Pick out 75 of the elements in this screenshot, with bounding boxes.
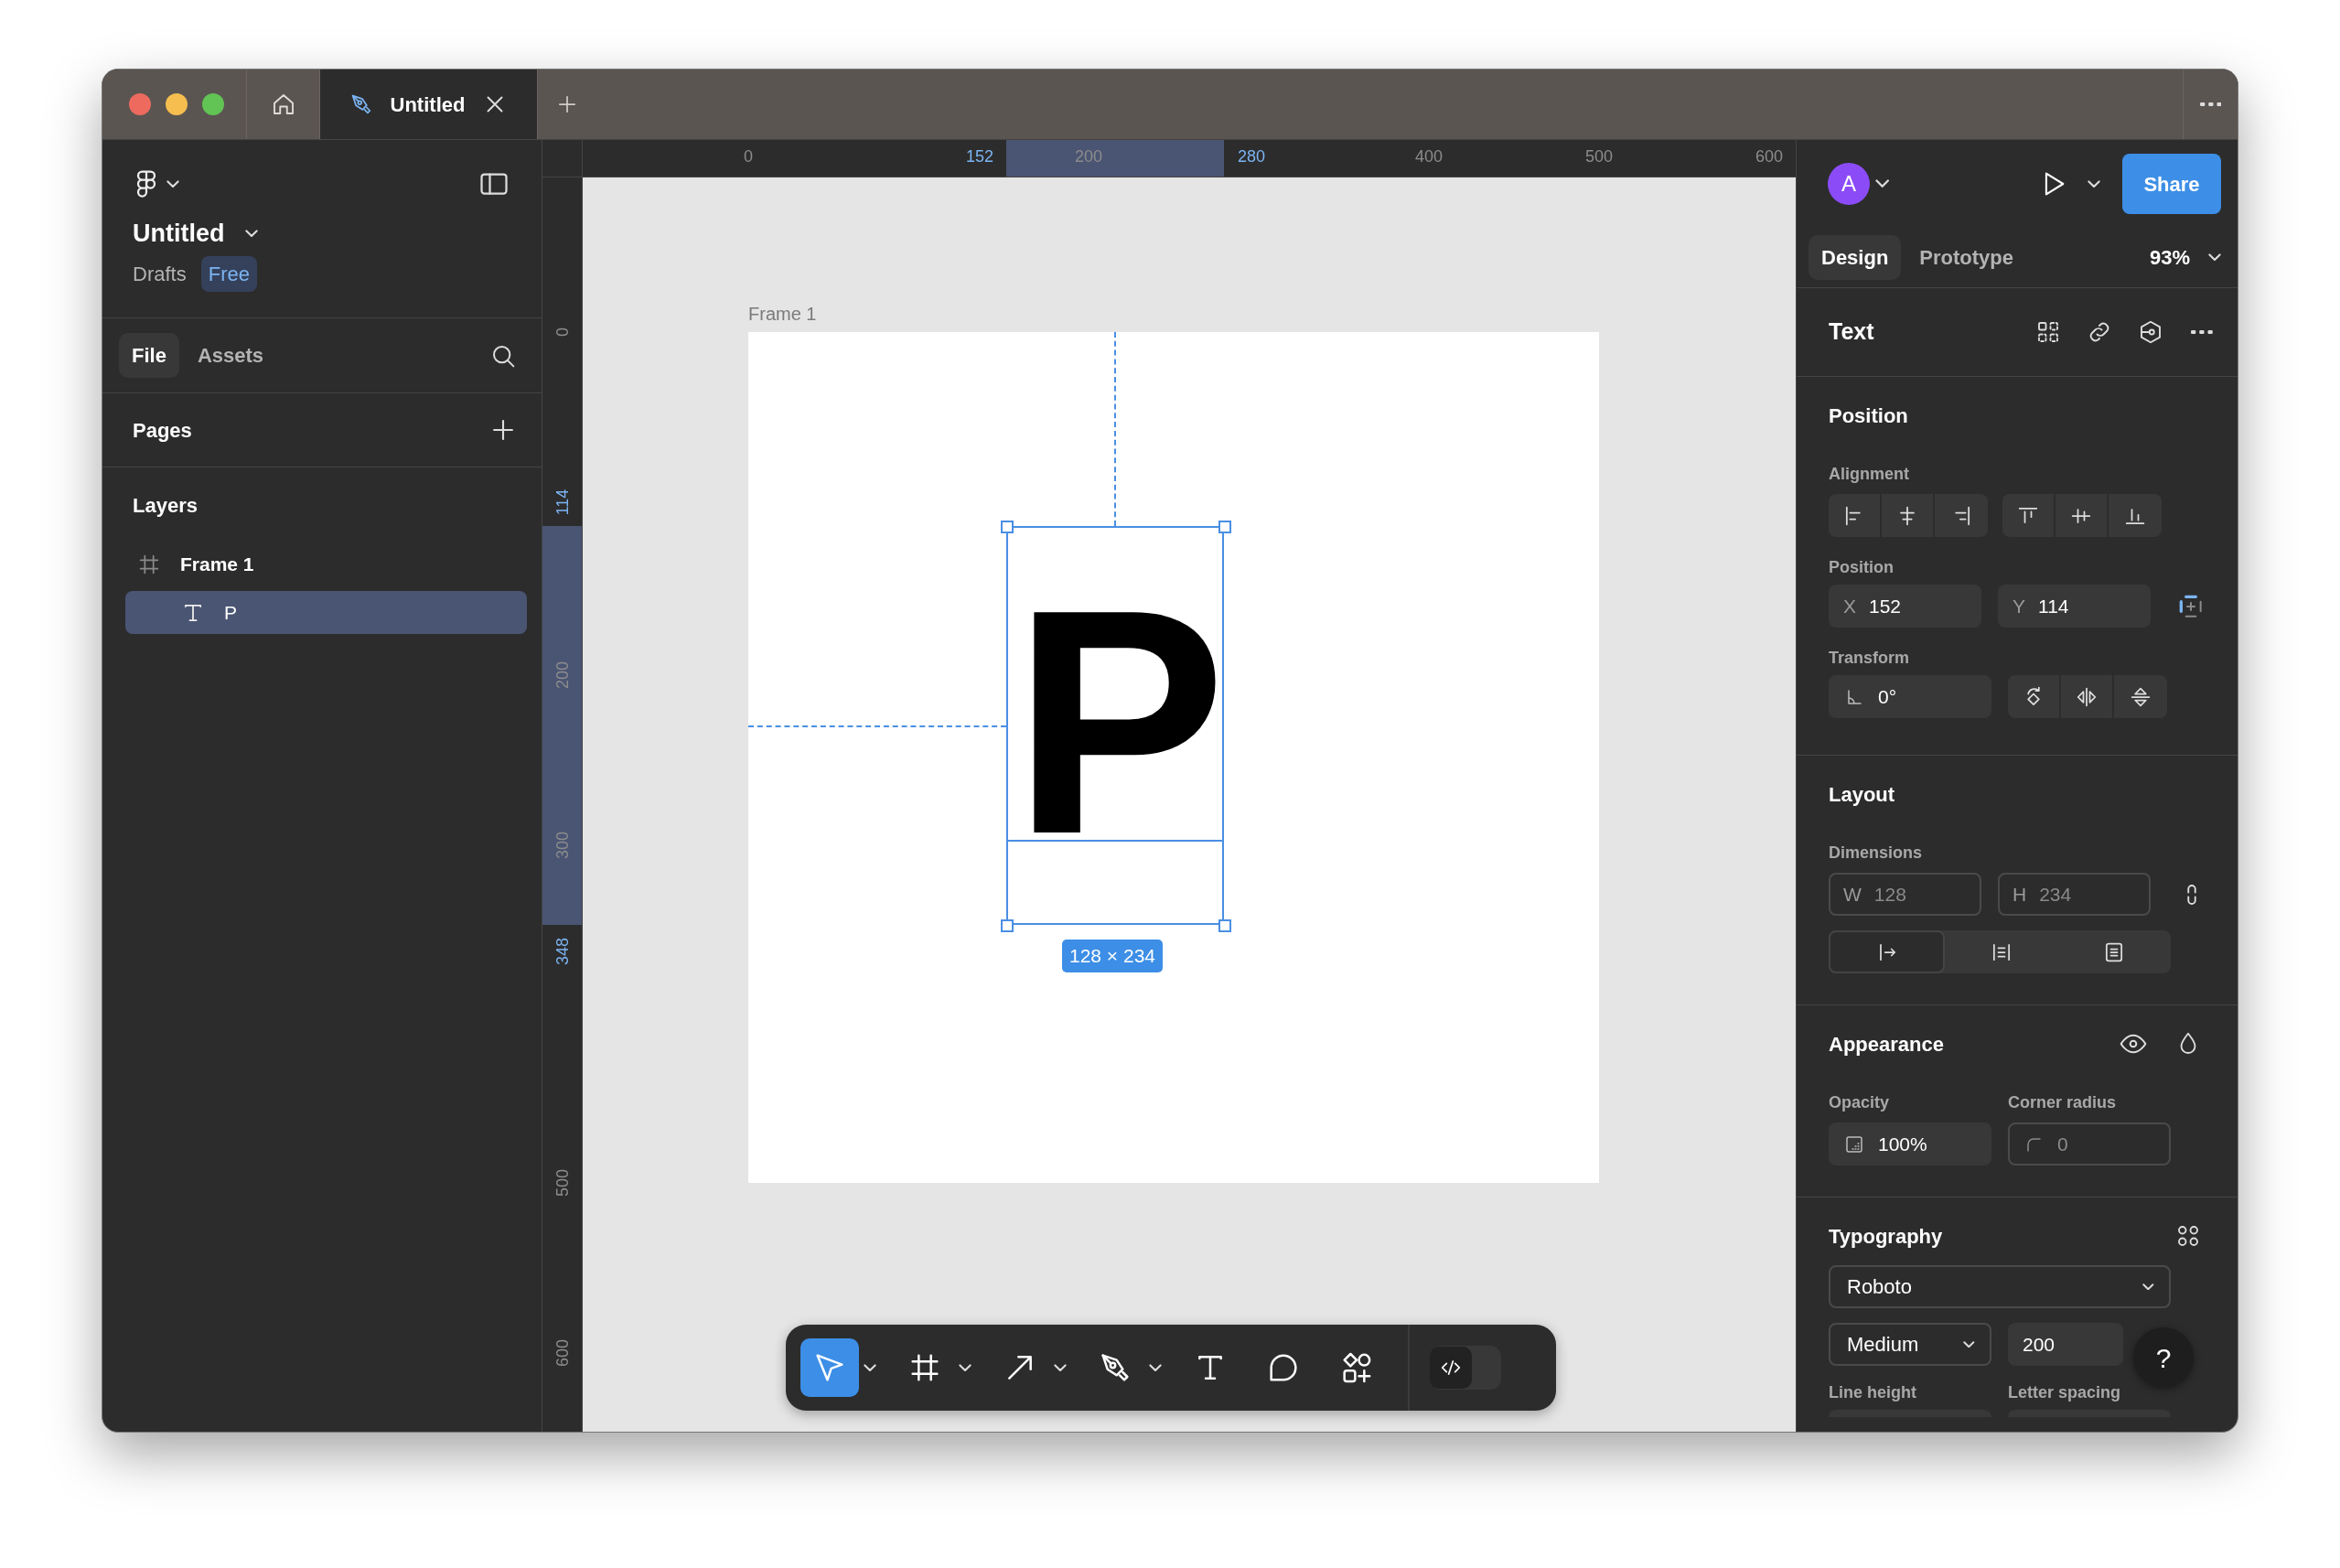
caret-icon — [1963, 1340, 1975, 1348]
layer-name: Frame 1 — [180, 552, 254, 576]
section-title: Layout — [1829, 781, 1895, 808]
select-tool[interactable] — [800, 1338, 859, 1397]
ruler-label: 600 — [1755, 146, 1783, 167]
caret-icon[interactable] — [244, 229, 258, 238]
ruler-label: 400 — [1415, 146, 1443, 167]
font-weight-dropdown[interactable]: Medium — [1829, 1323, 1991, 1366]
size-label: 128 × 234 — [1062, 940, 1163, 972]
ruler-label: 500 — [1585, 146, 1613, 167]
field-label: Dimensions — [1829, 842, 1923, 864]
selection-type: Text — [1829, 317, 1875, 347]
field-label: Line height — [1829, 1381, 1917, 1403]
ruler-label: 200 — [552, 661, 573, 689]
panel-tab[interactable]: Design — [1809, 235, 1902, 280]
layer-row[interactable]: Frame 1 — [125, 542, 527, 585]
ruler-label: 114 — [552, 489, 573, 516]
zoom-dropdown[interactable]: 93% — [2149, 242, 2221, 273]
layer-name: P — [224, 600, 237, 625]
caret-icon — [2208, 253, 2221, 262]
ruler-label: 500 — [552, 1169, 573, 1197]
caret-icon — [864, 1363, 876, 1372]
panel-tab[interactable]: Prototype — [1906, 235, 2027, 280]
resize-handle[interactable] — [1218, 919, 1231, 932]
section-title: Typography — [1829, 1223, 1944, 1250]
ruler-label: 600 — [552, 1339, 573, 1367]
project-location[interactable]: Drafts — [133, 258, 187, 289]
canvas-text[interactable]: P — [1013, 562, 1219, 882]
caret-icon[interactable] — [1875, 179, 1890, 188]
position-field[interactable]: Y 114 — [1998, 585, 2151, 628]
opacity-field[interactable]: 100% — [1829, 1122, 1991, 1165]
caret-icon — [166, 179, 179, 188]
resize-handle[interactable] — [1001, 521, 1014, 533]
caret-icon — [1149, 1363, 1162, 1372]
window-control[interactable] — [166, 93, 188, 115]
field-label: Opacity — [1829, 1091, 1891, 1113]
caret-icon — [2142, 1283, 2154, 1291]
field-label: Letter spacing — [2008, 1381, 2122, 1403]
document-tab[interactable]: Untitled — [320, 70, 538, 139]
file-name[interactable]: Untitled — [133, 214, 225, 252]
ruler-label: 200 — [1075, 146, 1102, 167]
window-control[interactable] — [202, 93, 224, 115]
ruler-label: 0 — [552, 328, 573, 337]
panel-tab[interactable]: Assets — [184, 333, 277, 378]
ruler-label: 152 — [966, 146, 993, 167]
font-size-field[interactable]: 200 — [2008, 1323, 2123, 1366]
layer-row[interactable]: P — [125, 591, 527, 634]
ruler-label: 348 — [552, 938, 573, 965]
ruler-label: 280 — [1238, 146, 1265, 167]
field-label: Transform — [1829, 647, 1910, 669]
field-label: Alignment — [1829, 463, 1909, 485]
ruler-label: 0 — [744, 146, 753, 167]
help-button[interactable]: ? — [2133, 1327, 2194, 1388]
field-label: Corner radius — [2008, 1091, 2118, 1113]
plan-label: Free — [200, 255, 257, 292]
section-title: Layers — [133, 492, 198, 519]
panel-tab[interactable]: File — [119, 333, 179, 378]
section-title: Pages — [133, 417, 192, 444]
section-title: Position — [1829, 403, 1908, 429]
caret-icon — [959, 1363, 971, 1372]
dev-mode-toggle[interactable] — [1430, 1346, 1501, 1390]
resize-handle[interactable] — [1218, 521, 1231, 533]
section-title: Appearance — [1829, 1031, 1945, 1058]
resize-handle[interactable] — [1001, 919, 1014, 932]
avatar[interactable]: A — [1828, 163, 1870, 205]
caret-icon — [1054, 1363, 1067, 1372]
frame[interactable] — [748, 332, 1599, 1183]
rotation-field[interactable]: 0° — [1829, 675, 1991, 718]
tab-title: Untitled — [390, 91, 466, 118]
selection-box[interactable] — [1006, 526, 1224, 925]
field-label: Position — [1829, 556, 1894, 578]
position-field[interactable]: X 152 — [1829, 585, 1981, 628]
canvas[interactable]: Frame 1 P 128 × 234 — [583, 177, 1796, 1432]
font-family-dropdown[interactable]: Roboto — [1829, 1265, 2171, 1308]
ruler-label: 300 — [552, 832, 573, 859]
